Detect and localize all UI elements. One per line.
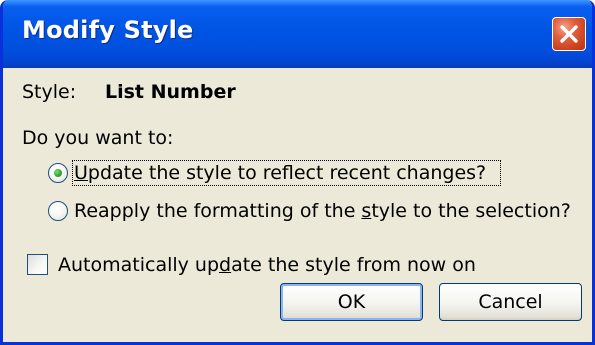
style-label: Style: bbox=[22, 81, 77, 103]
cancel-button-label: Cancel bbox=[478, 291, 543, 313]
ok-button[interactable]: OK bbox=[280, 283, 423, 321]
ok-button-label: OK bbox=[337, 291, 366, 313]
question-label: Do you want to: bbox=[22, 127, 174, 149]
dialog-title: Modify Style bbox=[22, 16, 194, 44]
radio-selected-dot bbox=[54, 169, 62, 177]
option-update-label: Update the style to reflect recent chang… bbox=[74, 162, 487, 184]
style-name: List Number bbox=[105, 81, 236, 103]
close-button[interactable] bbox=[552, 17, 586, 51]
radio-update-style[interactable] bbox=[48, 163, 68, 183]
title-bar[interactable]: Modify Style bbox=[3, 0, 592, 68]
cancel-button[interactable]: Cancel bbox=[439, 283, 582, 321]
radio-reapply-formatting[interactable] bbox=[48, 201, 68, 221]
auto-update-label: Automatically update the style from now … bbox=[58, 254, 476, 276]
close-icon bbox=[560, 25, 578, 43]
modify-style-dialog: Modify Style Style: List Number Do you w… bbox=[0, 0, 595, 345]
auto-update-checkbox[interactable] bbox=[27, 254, 48, 275]
option-reapply-label: Reapply the formatting of the style to t… bbox=[74, 200, 571, 222]
